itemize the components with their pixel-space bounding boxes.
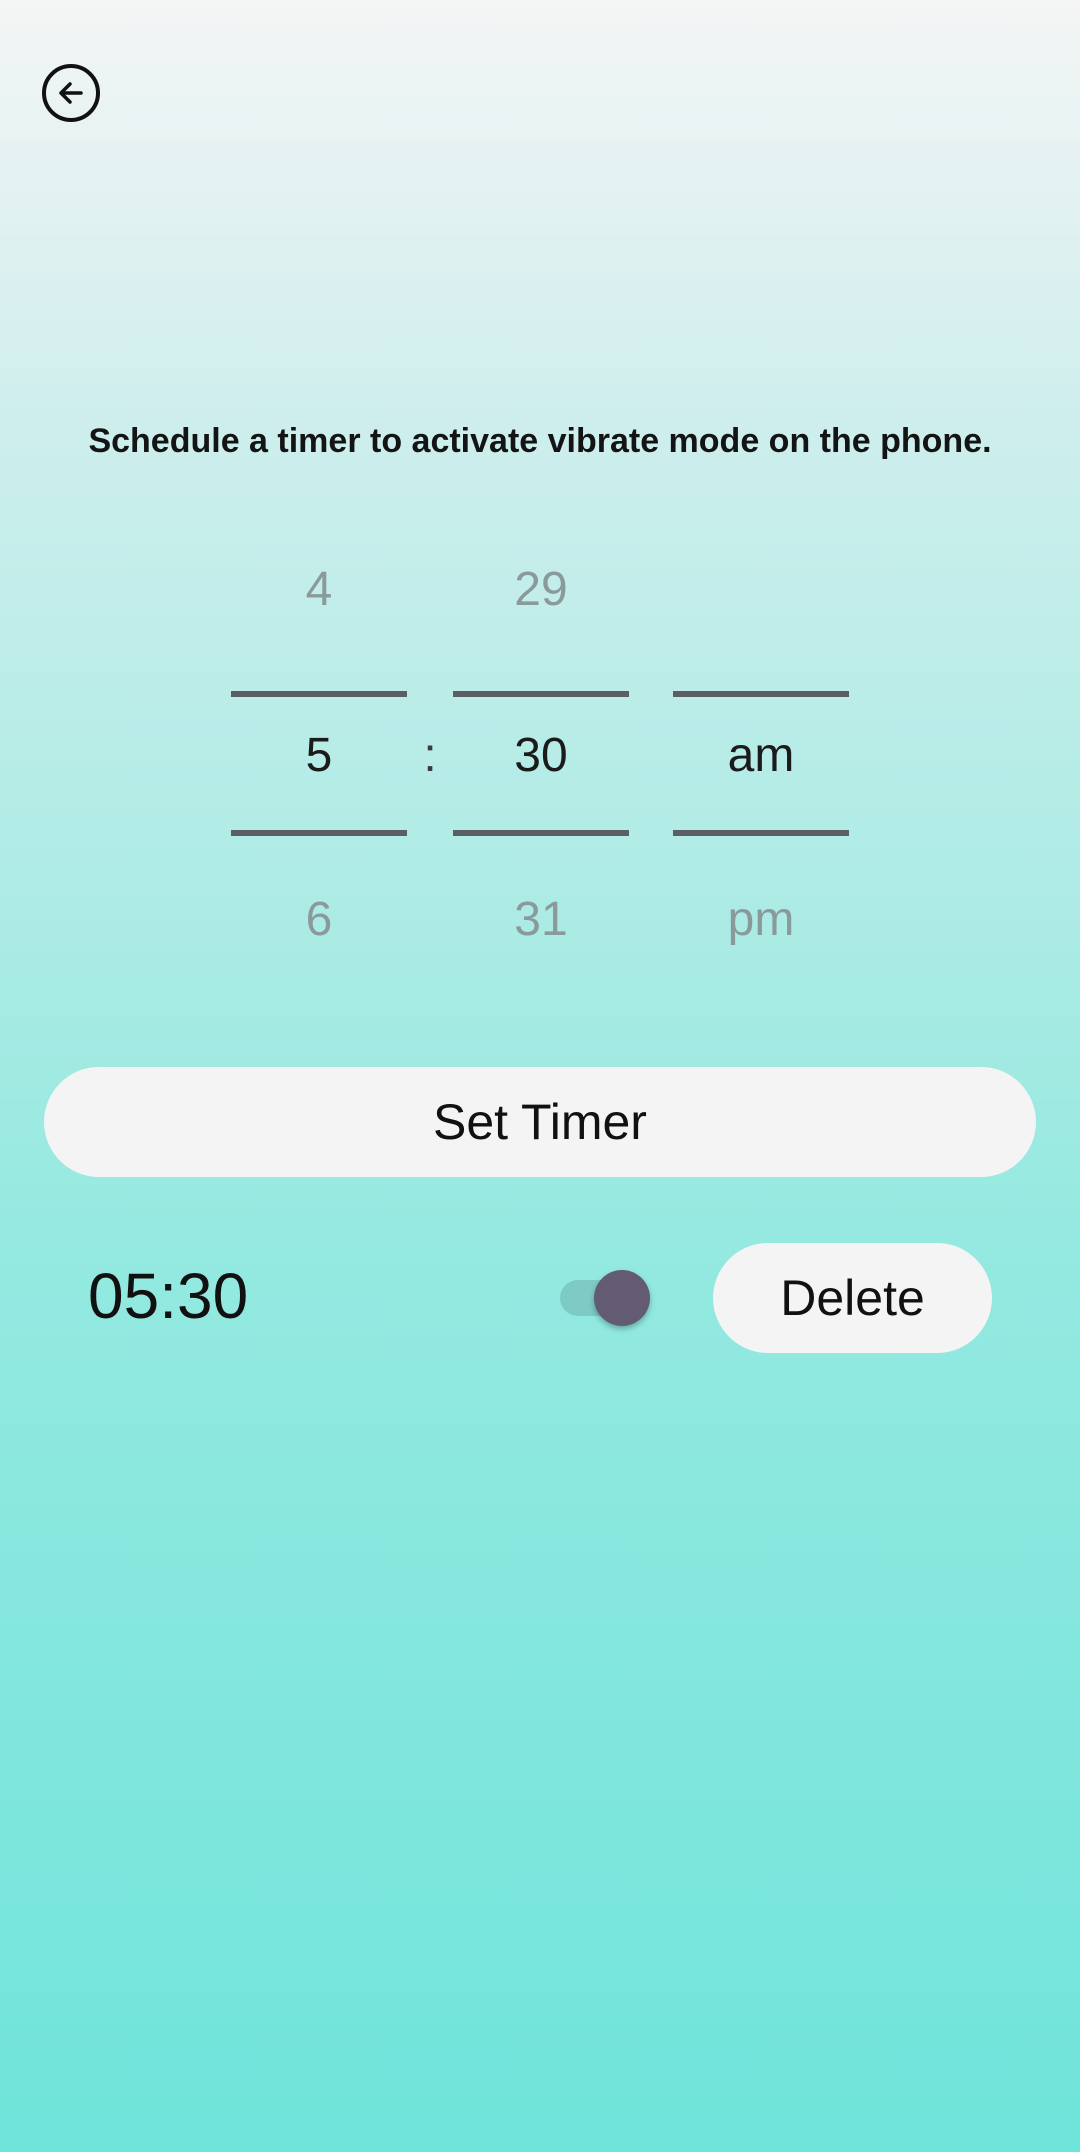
hour-prev-value[interactable]: 4	[231, 560, 407, 620]
minute-next-value[interactable]: 31	[453, 890, 629, 950]
ampm-selection-line-top	[673, 691, 849, 697]
hour-selected-value[interactable]: 5	[231, 726, 407, 786]
hour-next-value[interactable]: 6	[231, 890, 407, 950]
minute-prev-value[interactable]: 29	[453, 560, 629, 620]
back-button[interactable]	[42, 64, 100, 122]
hour-picker[interactable]: 4 5 6	[231, 560, 407, 970]
hour-selection-line-bottom	[231, 830, 407, 836]
minute-selection-line-top	[453, 691, 629, 697]
ampm-picker[interactable]: am pm	[673, 560, 849, 970]
ampm-next-value[interactable]: pm	[673, 890, 849, 950]
set-timer-button[interactable]: Set Timer	[44, 1067, 1036, 1177]
instruction-text: Schedule a timer to activate vibrate mod…	[88, 422, 992, 460]
scheduled-timer-time: 05:30	[88, 1260, 249, 1332]
time-separator: :	[423, 729, 437, 782]
toggle-thumb	[594, 1270, 650, 1326]
minute-picker[interactable]: 29 30 31	[453, 560, 629, 970]
timer-enabled-toggle[interactable]	[560, 1270, 652, 1326]
minute-selection-line-bottom	[453, 830, 629, 836]
delete-timer-button[interactable]: Delete	[713, 1243, 992, 1353]
ampm-selection-line-bottom	[673, 830, 849, 836]
hour-selection-line-top	[231, 691, 407, 697]
arrow-left-icon	[59, 82, 83, 104]
minute-selected-value[interactable]: 30	[453, 726, 629, 786]
ampm-selected-value[interactable]: am	[673, 726, 849, 786]
